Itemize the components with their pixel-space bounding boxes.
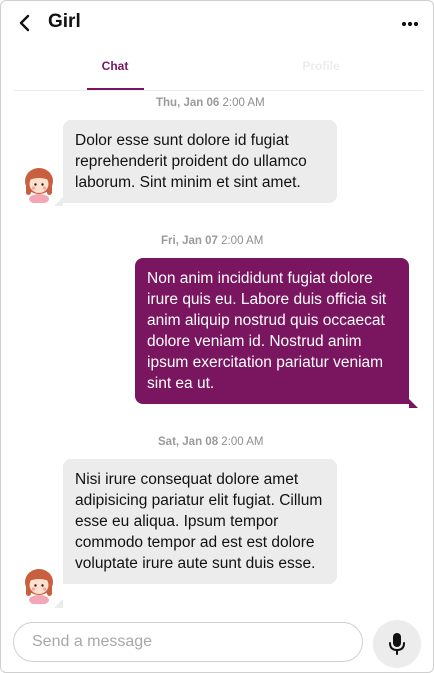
page-title: Girl bbox=[48, 11, 81, 32]
message-timestamp: Sat, Jan 08 2:00 AM bbox=[158, 436, 264, 448]
message-composer bbox=[1, 613, 433, 672]
more-options-icon[interactable] bbox=[399, 13, 421, 35]
message-list[interactable]: Thu, Jan 06 2:00 AM Dolor esse sunt dolo… bbox=[1, 91, 433, 613]
incoming-message-bubble[interactable]: Nisi irure consequat dolore amet adipisi… bbox=[63, 459, 337, 584]
tab-bar: Chat Profile bbox=[13, 47, 423, 91]
bubble-tail bbox=[54, 197, 63, 206]
microphone-button[interactable] bbox=[373, 620, 421, 668]
timestamp-day: Thu, Jan 06 bbox=[156, 97, 220, 109]
girl-avatar-icon bbox=[23, 566, 55, 605]
microphone-icon bbox=[389, 633, 405, 655]
tab-chat[interactable]: Chat bbox=[87, 59, 143, 73]
bubble-tail bbox=[54, 599, 63, 608]
message-timestamp: Fri, Jan 07 2:00 AM bbox=[161, 235, 263, 247]
back-icon[interactable] bbox=[13, 12, 35, 34]
outgoing-message-bubble[interactable]: Non anim incididunt fugiat dolore irure … bbox=[135, 258, 409, 404]
timestamp-time: 2:00 AM bbox=[221, 436, 264, 448]
timestamp-time: 2:00 AM bbox=[221, 235, 264, 247]
timestamp-time: 2:00 AM bbox=[222, 97, 265, 109]
chat-window: Girl Chat Profile Thu, Jan 06 2:00 AM Do… bbox=[0, 0, 434, 673]
girl-avatar-icon bbox=[23, 165, 55, 204]
message-timestamp: Thu, Jan 06 2:00 AM bbox=[156, 97, 265, 109]
timestamp-day: Sat, Jan 08 bbox=[158, 436, 219, 448]
timestamp-day: Fri, Jan 07 bbox=[161, 235, 218, 247]
bubble-tail bbox=[409, 399, 418, 408]
tab-profile[interactable]: Profile bbox=[293, 59, 349, 73]
header: Girl bbox=[1, 1, 433, 47]
incoming-message-bubble[interactable]: Dolor esse sunt dolore id fugiat reprehe… bbox=[63, 120, 337, 203]
message-input[interactable] bbox=[13, 622, 363, 662]
active-tab-indicator bbox=[87, 88, 144, 90]
